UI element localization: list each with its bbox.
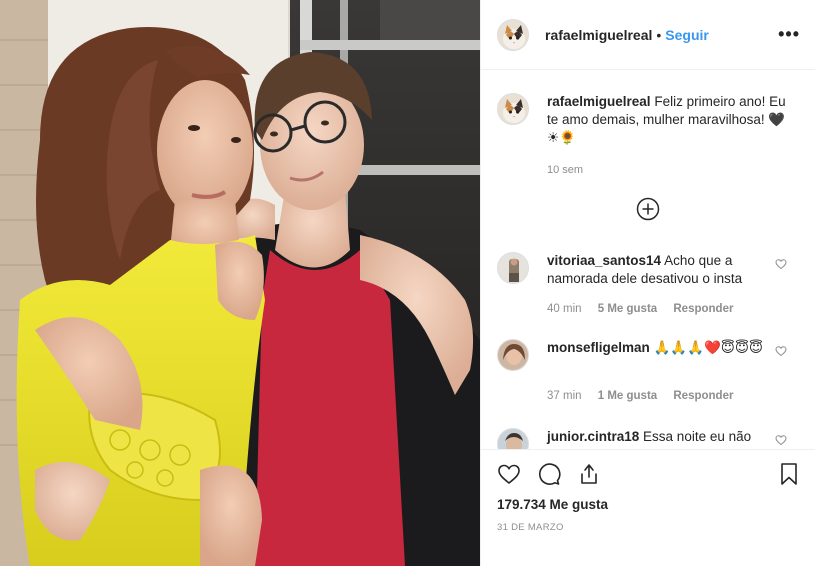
caption-username[interactable]: rafaelmiguelreal: [547, 94, 651, 109]
comment-meta: 37 min 1 Me gusta Responder: [547, 390, 746, 402]
comment-like-heart-icon[interactable]: [775, 258, 787, 270]
comment-username[interactable]: monsefligelman: [547, 340, 650, 355]
author-avatar[interactable]: [497, 18, 529, 51]
commenter-avatar[interactable]: [497, 252, 529, 284]
comment-username[interactable]: vitoriaa_santos14: [547, 253, 661, 268]
commenter-photo: [498, 253, 528, 283]
post-photo[interactable]: [0, 0, 480, 566]
caption-time[interactable]: 10 sem: [547, 164, 583, 176]
post-image: [0, 0, 480, 566]
reply-button[interactable]: Responder: [673, 390, 733, 402]
share-icon[interactable]: [577, 462, 601, 486]
comment-username[interactable]: junior.cintra18: [547, 429, 639, 444]
comment-likes[interactable]: 1 Me gusta: [598, 390, 657, 402]
post-date[interactable]: 31 DE MARZO: [497, 522, 564, 533]
author-username[interactable]: rafaelmiguelreal: [545, 27, 652, 43]
post-actions: 179.734 Me gusta 31 DE MARZO: [481, 449, 815, 566]
commenter-photo: [498, 340, 528, 370]
comment-icon[interactable]: [537, 462, 561, 486]
likes-count[interactable]: 179.734 Me gusta: [497, 497, 608, 512]
comment-body: Essa noite eu não: [643, 429, 752, 444]
heart-icon[interactable]: [497, 462, 521, 486]
separator-dot: •: [656, 26, 662, 43]
commenter-avatar[interactable]: [497, 339, 529, 371]
cat-avatar-image: [498, 94, 528, 124]
comment-time[interactable]: 40 min: [547, 303, 582, 315]
comment-like-heart-icon[interactable]: [775, 434, 787, 446]
comment-text: monsefligelman 🙏🙏🙏❤️😇😇😇: [547, 339, 767, 357]
comment-meta: 40 min 5 Me gusta Responder: [547, 303, 746, 315]
comment-like-heart-icon[interactable]: [775, 345, 787, 357]
caption-text: rafaelmiguelreal Feliz primeiro ano! Eu …: [547, 93, 787, 147]
comment-text: junior.cintra18 Essa noite eu não: [547, 428, 767, 446]
comment-text: vitoriaa_santos14 Acho que a namorada de…: [547, 252, 767, 288]
comment-time[interactable]: 37 min: [547, 390, 582, 402]
reply-button[interactable]: Responder: [673, 303, 733, 315]
follow-button[interactable]: Seguir: [665, 27, 709, 43]
post-header: rafaelmiguelreal • Seguir •••: [481, 0, 815, 70]
more-options-icon[interactable]: •••: [778, 25, 800, 43]
post-panel: rafaelmiguelreal • Seguir ••• rafaelmigu…: [480, 0, 815, 566]
caption-avatar[interactable]: [497, 93, 529, 125]
comment-likes[interactable]: 5 Me gusta: [598, 303, 657, 315]
bookmark-icon[interactable]: [777, 462, 801, 486]
commenter-avatar[interactable]: [497, 428, 529, 449]
plus-circle-icon[interactable]: [636, 197, 660, 221]
comments-list[interactable]: rafaelmiguelreal Feliz primeiro ano! Eu …: [481, 71, 815, 449]
commenter-photo: [498, 429, 528, 449]
comment-body: 🙏🙏🙏❤️😇😇😇: [653, 340, 764, 355]
cat-avatar-image: [498, 19, 528, 50]
